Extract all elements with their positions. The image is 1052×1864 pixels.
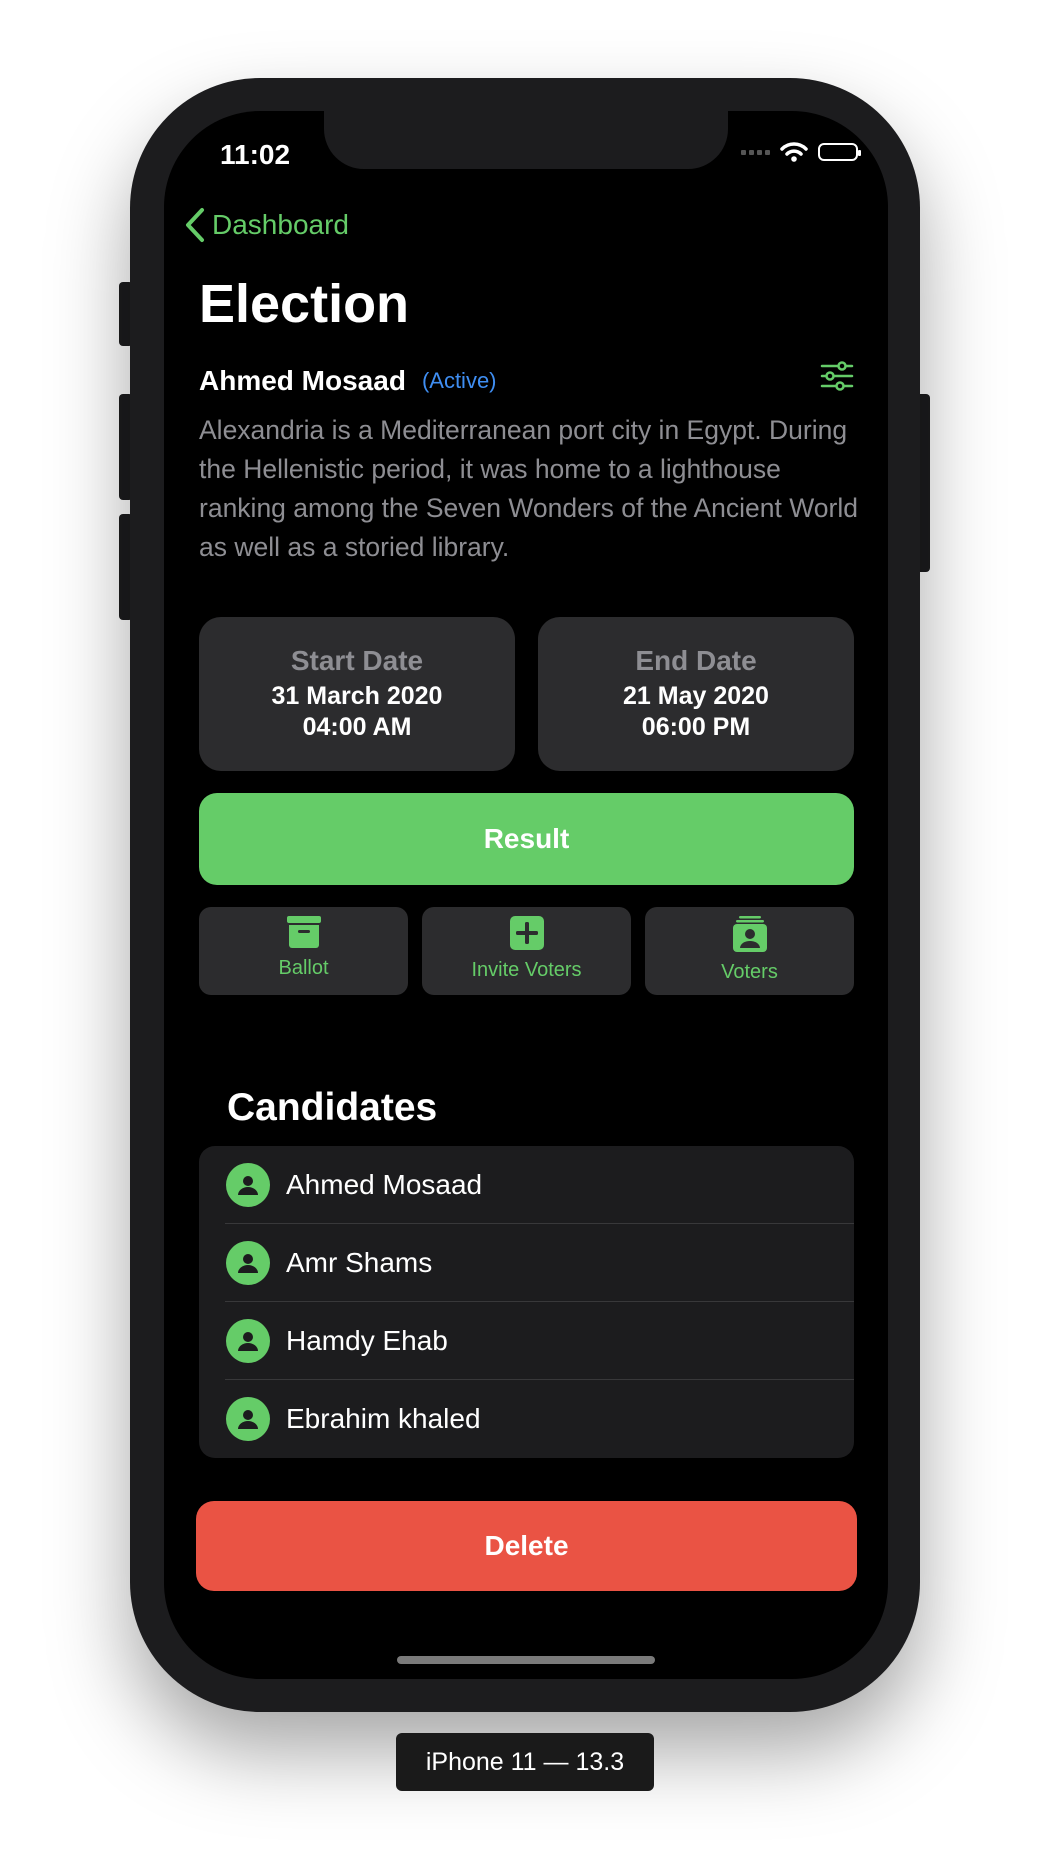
chevron-left-icon [186, 208, 204, 242]
person-icon [226, 1163, 270, 1207]
list-item[interactable]: Ebrahim khaled [199, 1380, 854, 1458]
ballot-label: Ballot [278, 957, 329, 979]
candidate-name: Ahmed Mosaad [286, 1169, 483, 1200]
ballot-button[interactable]: Ballot [199, 907, 408, 995]
candidates-list: Ahmed Mosaad Amr Shams Hamdy Ehab Ebrahi… [199, 1146, 854, 1458]
voters-label: Voters [721, 961, 778, 983]
invite-voters-button[interactable]: Invite Voters [422, 907, 631, 995]
candidate-name: Hamdy Ehab [286, 1325, 448, 1356]
wifi-icon [780, 142, 808, 162]
delete-button[interactable]: Delete [196, 1501, 857, 1591]
election-description: Alexandria is a Mediterranean port city … [199, 415, 858, 562]
start-date-label: Start Date [290, 645, 424, 676]
status-icons [741, 141, 861, 163]
person-stack-icon [732, 916, 767, 952]
signal-icon [741, 149, 770, 155]
voters-button[interactable]: Voters [645, 907, 854, 995]
candidate-name: Amr Shams [286, 1247, 433, 1278]
archive-box-icon [286, 916, 321, 948]
end-date-card: End Date 21 May 2020 06:00 PM [538, 617, 854, 771]
status-time: 11:02 [220, 139, 291, 170]
person-icon [226, 1241, 270, 1285]
notch [324, 111, 728, 169]
back-button[interactable]: Dashboard [184, 207, 349, 243]
owner-name: Ahmed Mosaad [199, 365, 406, 396]
battery-icon [818, 143, 861, 161]
start-date-card: Start Date 31 March 2020 04:00 AM [199, 617, 515, 771]
candidate-name: Ebrahim khaled [286, 1403, 481, 1434]
result-button[interactable]: Result [199, 793, 854, 885]
candidates-title: Candidates [227, 1086, 438, 1129]
end-date-value: 21 May 2020 [623, 682, 769, 710]
start-time-value: 04:00 AM [302, 713, 412, 741]
back-label: Dashboard [212, 209, 349, 240]
device-label: iPhone 11 — 13.3 [396, 1733, 654, 1791]
list-item[interactable]: Amr Shams [199, 1224, 854, 1302]
plus-square-icon [509, 916, 544, 950]
end-date-label: End Date [635, 645, 757, 676]
owner-row: Ahmed Mosaad (Active) [199, 361, 854, 397]
end-time-value: 06:00 PM [641, 713, 751, 741]
status-badge: (Active) [421, 368, 497, 393]
home-indicator[interactable] [397, 1656, 655, 1664]
phone-screen: 11:02 Dashboard Election Ahmed Mosaad (A… [164, 111, 888, 1679]
page-title: Election [199, 274, 410, 334]
invite-voters-label: Invite Voters [471, 959, 582, 981]
list-item[interactable]: Hamdy Ehab [199, 1302, 854, 1380]
sliders-icon[interactable] [820, 361, 854, 391]
list-item[interactable]: Ahmed Mosaad [199, 1146, 854, 1224]
person-icon [226, 1397, 270, 1441]
start-date-value: 31 March 2020 [271, 682, 443, 710]
person-icon [226, 1319, 270, 1363]
